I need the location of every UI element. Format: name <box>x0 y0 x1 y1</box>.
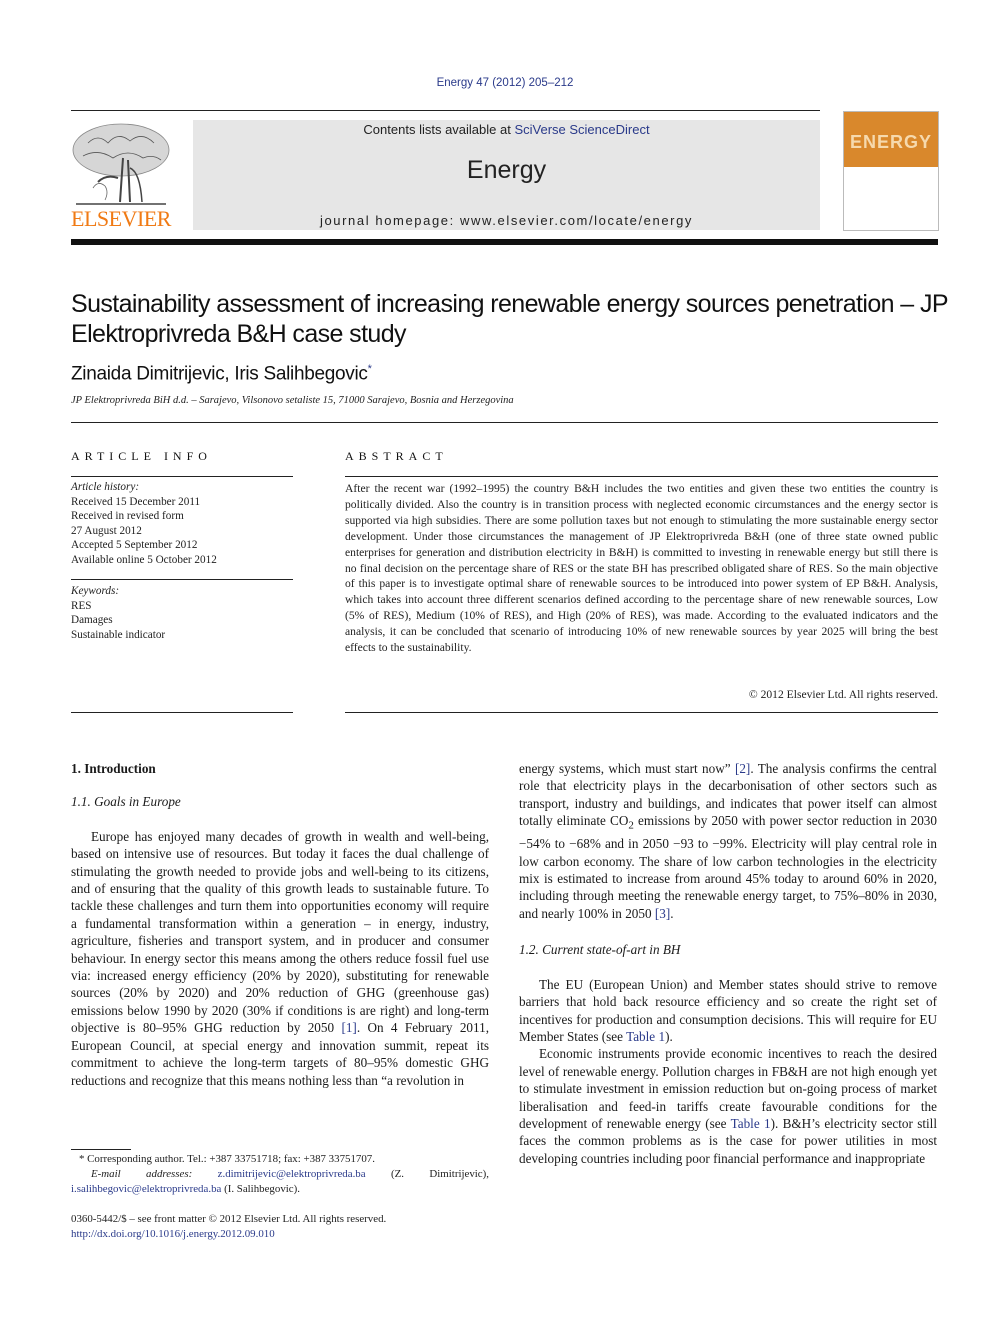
info-rule <box>71 579 293 580</box>
abstract-heading: ABSTRACT <box>345 449 448 463</box>
history-item: Available online 5 October 2012 <box>71 553 217 566</box>
elsevier-tree-icon <box>72 123 170 205</box>
body-paragraph: energy systems, which must start now” [2… <box>519 760 937 922</box>
section-heading-introduction: 1. Introduction <box>71 761 156 776</box>
keyword-item: RES <box>71 599 92 612</box>
email-label: E-mail addresses: <box>91 1168 193 1180</box>
history-item: Received in revised form <box>71 510 184 523</box>
abstract-copyright: © 2012 Elsevier Ltd. All rights reserved… <box>748 688 938 701</box>
info-rule <box>71 476 293 477</box>
authors-names: Zinaida Dimitrijevic, Iris Salihbegovic <box>71 363 368 385</box>
abstract-text: After the recent war (1992–1995) the cou… <box>345 482 938 655</box>
paragraph-text: ). <box>665 1028 673 1044</box>
body-paragraph: Europe has enjoyed many decades of growt… <box>71 828 489 1089</box>
journal-banner: Contents lists available at SciVerse Sci… <box>193 120 820 230</box>
email-owner: (I. Salihbegovic). <box>221 1183 300 1195</box>
affiliation-rule <box>71 422 938 423</box>
history-label: Article history: <box>71 481 140 493</box>
info-rule <box>71 712 293 713</box>
subsection-heading-goals: 1.1. Goals in Europe <box>71 794 181 810</box>
journal-reference-link[interactable]: Energy 47 (2012) 205–212 <box>0 77 992 89</box>
keywords: Keywords: RES Damages Sustainable indica… <box>71 584 165 642</box>
abstract-rule <box>345 712 938 713</box>
sciencedirect-link[interactable]: SciVerse ScienceDirect <box>514 122 649 137</box>
paragraph-text: emissions by 2050 with power sector redu… <box>519 813 937 921</box>
author-list: Zinaida Dimitrijevic, Iris Salihbegovic* <box>71 363 372 385</box>
subsection-heading-current-state: 1.2. Current state-of-art in BH <box>519 942 681 958</box>
body-left-column: 1. Introduction 1.1. Goals in Europe Eur… <box>71 760 489 1089</box>
email-note: E-mail addresses: z.dimitrijevic@elektro… <box>71 1167 489 1197</box>
table-reference-link[interactable]: Table 1 <box>731 1116 771 1131</box>
journal-cover-thumbnail[interactable]: ENERGY <box>843 111 939 231</box>
affiliation: JP Elektroprivreda BiH d.d. – Sarajevo, … <box>71 395 514 406</box>
journal-title: Energy <box>466 156 547 184</box>
header-top-rule <box>71 110 820 111</box>
front-matter-text: 0360-5442/$ – see front matter © 2012 El… <box>71 1213 387 1225</box>
contents-line: Contents lists available at SciVerse Sci… <box>193 122 820 137</box>
elsevier-wordmark: ELSEVIER <box>71 206 171 231</box>
body-paragraph: Economic instruments provide economic in… <box>519 1045 937 1167</box>
keywords-label: Keywords: <box>71 585 120 597</box>
corresponding-author-link[interactable]: * <box>368 363 372 375</box>
article-history: Article history: Received 15 December 20… <box>71 480 217 568</box>
email-link[interactable]: z.dimitrijevic@elektroprivreda.ba <box>218 1168 366 1180</box>
doi-link[interactable]: http://dx.doi.org/10.1016/j.energy.2012.… <box>71 1228 275 1240</box>
paragraph-text: energy systems, which must start now” <box>519 761 735 776</box>
abstract-rule <box>345 476 938 477</box>
history-item: Accepted 5 September 2012 <box>71 539 198 552</box>
journal-homepage[interactable]: journal homepage: www.elsevier.com/locat… <box>193 213 820 228</box>
citation-link[interactable]: [1] <box>341 1020 356 1035</box>
header-thick-rule <box>71 239 938 245</box>
elsevier-logo[interactable]: ELSEVIER <box>68 118 174 232</box>
citation-link[interactable]: [2] <box>735 761 750 776</box>
paragraph-text: The EU (European Union) and Member state… <box>519 976 937 1044</box>
cover-title: ENERGY <box>849 132 933 152</box>
email-owner: (Z. Dimitrijevic), <box>365 1168 489 1180</box>
citation-link[interactable]: [3] <box>655 906 670 921</box>
corresponding-author-note: * Corresponding author. Tel.: +387 33751… <box>79 1153 375 1165</box>
table-reference-link[interactable]: Table 1 <box>626 1029 665 1044</box>
body-paragraph: The EU (European Union) and Member state… <box>519 976 937 1046</box>
keyword-item: Sustainable indicator <box>71 628 166 641</box>
article-info-heading: ARTICLE INFO <box>71 449 212 463</box>
cover-orange-band: ENERGY <box>844 112 938 167</box>
contents-prefix: Contents lists available at <box>363 122 515 137</box>
history-item: 27 August 2012 <box>71 524 142 537</box>
paragraph-text: Europe has enjoyed many decades of growt… <box>71 828 489 1036</box>
history-item: Received 15 December 2011 <box>71 495 201 508</box>
article-title: Sustainability assessment of increasing … <box>71 290 948 348</box>
footnote-rule <box>71 1149 131 1150</box>
front-matter: 0360-5442/$ – see front matter © 2012 El… <box>71 1212 489 1242</box>
email-link[interactable]: i.salihbegovic@elektroprivreda.ba <box>71 1183 221 1195</box>
body-right-column: energy systems, which must start now” [2… <box>519 760 937 1167</box>
footnotes: * Corresponding author. Tel.: +387 33751… <box>71 1152 489 1197</box>
paragraph-text: . <box>670 905 674 921</box>
keyword-item: Damages <box>71 614 113 627</box>
